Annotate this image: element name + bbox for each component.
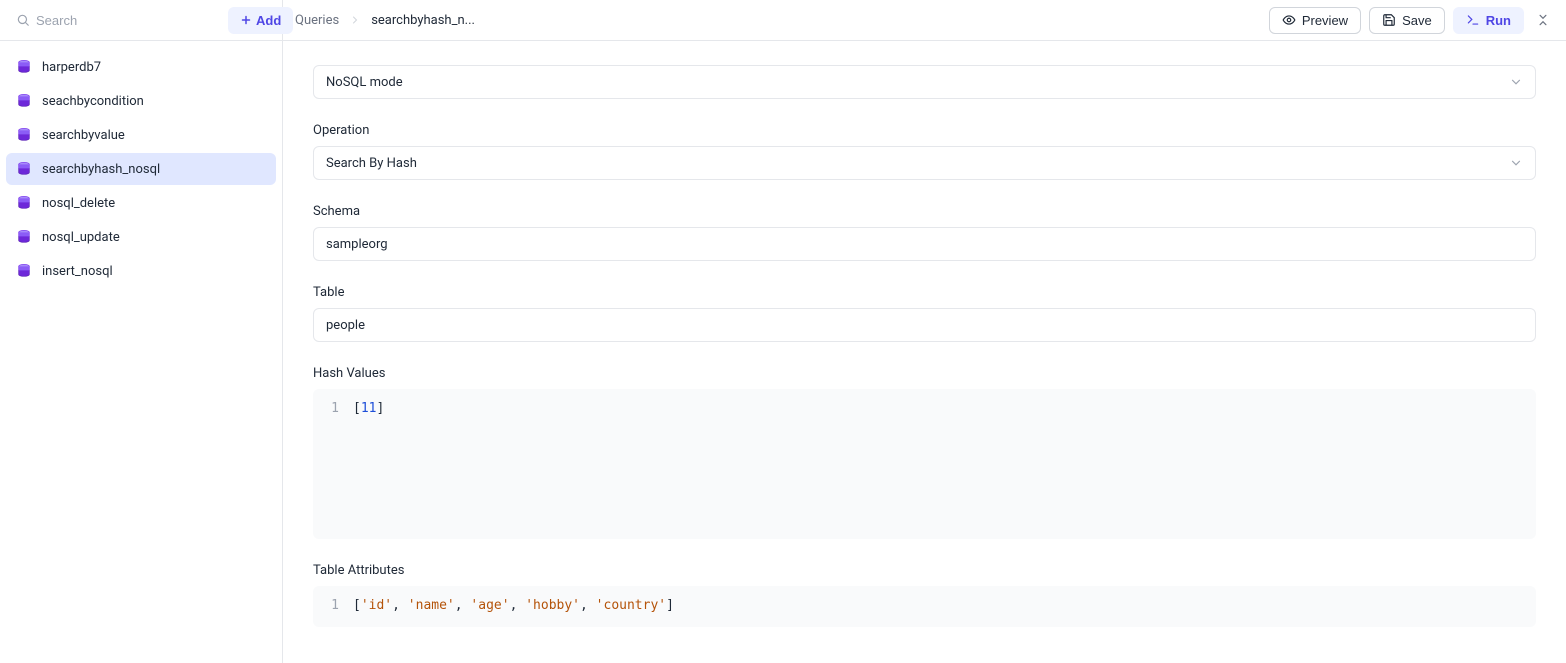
add-button-label: Add	[256, 13, 281, 28]
sidebar-header: Add	[0, 0, 282, 41]
mode-field: NoSQL mode	[313, 65, 1536, 99]
sidebar-item-label: nosql_update	[42, 230, 120, 245]
topbar: Queries searchbyhash_n... Preview Save R…	[283, 0, 1566, 41]
schema-label: Schema	[313, 204, 1536, 219]
table-attributes-editor[interactable]: 1 ['id', 'name', 'age', 'hobby', 'countr…	[313, 586, 1536, 627]
sidebar-item[interactable]: insert_nosql	[6, 255, 276, 287]
sidebar-item[interactable]: harperdb7	[6, 51, 276, 83]
code-line: 1 [11]	[313, 399, 1536, 420]
search-icon	[16, 13, 30, 27]
sidebar-item-label: searchbyhash_nosql	[42, 162, 160, 177]
code-content[interactable]: ['id', 'name', 'age', 'hobby', 'country'…	[353, 596, 1536, 617]
breadcrumb: Queries searchbyhash_n...	[295, 13, 475, 28]
topbar-actions: Preview Save Run	[1269, 7, 1554, 34]
run-button[interactable]: Run	[1453, 7, 1524, 34]
mode-select[interactable]: NoSQL mode	[313, 65, 1536, 99]
database-icon	[16, 195, 32, 211]
save-button[interactable]: Save	[1369, 7, 1445, 34]
sidebar-list: harperdb7 seachbycondition searchbyvalue se…	[0, 41, 282, 299]
collapse-button[interactable]	[1532, 9, 1554, 31]
hash-values-field: Hash Values 1 [11]	[313, 366, 1536, 539]
main: Queries searchbyhash_n... Preview Save R…	[283, 0, 1566, 663]
save-label: Save	[1402, 13, 1432, 28]
line-number: 1	[313, 596, 353, 617]
hash-values-editor[interactable]: 1 [11]	[313, 389, 1536, 539]
chevron-down-icon	[1509, 156, 1523, 170]
run-label: Run	[1486, 13, 1511, 28]
mode-value: NoSQL mode	[326, 75, 403, 90]
save-icon	[1382, 13, 1396, 27]
collapse-icon	[1536, 13, 1550, 27]
sidebar-item-label: harperdb7	[42, 60, 101, 75]
database-icon	[16, 59, 32, 75]
terminal-icon	[1466, 13, 1480, 27]
breadcrumb-root[interactable]: Queries	[295, 13, 339, 28]
hash-values-label: Hash Values	[313, 366, 1536, 381]
database-icon	[16, 263, 32, 279]
operation-label: Operation	[313, 123, 1536, 138]
breadcrumb-current: searchbyhash_n...	[371, 13, 475, 28]
eye-icon	[1282, 13, 1296, 27]
database-icon	[16, 93, 32, 109]
operation-select[interactable]: Search By Hash	[313, 146, 1536, 180]
chevron-right-icon	[349, 14, 361, 26]
search-wrapper[interactable]	[8, 9, 220, 32]
preview-button[interactable]: Preview	[1269, 7, 1361, 34]
database-icon	[16, 229, 32, 245]
table-attributes-label: Table Attributes	[313, 563, 1536, 578]
search-input[interactable]	[36, 13, 212, 28]
sidebar-item[interactable]: searchbyhash_nosql	[6, 153, 276, 185]
table-input[interactable]	[313, 308, 1536, 342]
sidebar-item-label: nosql_delete	[42, 196, 115, 211]
schema-field: Schema	[313, 204, 1536, 261]
sidebar-item-label: insert_nosql	[42, 264, 113, 279]
sidebar-item[interactable]: searchbyvalue	[6, 119, 276, 151]
sidebar: Add harperdb7 seachbycondition searchbyval…	[0, 0, 283, 663]
sidebar-item-label: searchbyvalue	[42, 128, 125, 143]
operation-value: Search By Hash	[326, 156, 417, 171]
line-number: 1	[313, 399, 353, 420]
code-line: 1 ['id', 'name', 'age', 'hobby', 'countr…	[313, 596, 1536, 617]
plus-icon	[240, 14, 252, 26]
schema-input[interactable]	[313, 227, 1536, 261]
table-label: Table	[313, 285, 1536, 300]
chevron-down-icon	[1509, 75, 1523, 89]
sidebar-item[interactable]: nosql_delete	[6, 187, 276, 219]
code-content[interactable]: [11]	[353, 399, 1536, 420]
content: NoSQL mode Operation Search By Hash Sche…	[283, 41, 1566, 663]
sidebar-item-label: seachbycondition	[42, 94, 144, 109]
operation-field: Operation Search By Hash	[313, 123, 1536, 180]
database-icon	[16, 127, 32, 143]
table-attributes-field: Table Attributes 1 ['id', 'name', 'age',…	[313, 563, 1536, 627]
preview-label: Preview	[1302, 13, 1348, 28]
table-field: Table	[313, 285, 1536, 342]
sidebar-item[interactable]: nosql_update	[6, 221, 276, 253]
sidebar-item[interactable]: seachbycondition	[6, 85, 276, 117]
database-icon	[16, 161, 32, 177]
